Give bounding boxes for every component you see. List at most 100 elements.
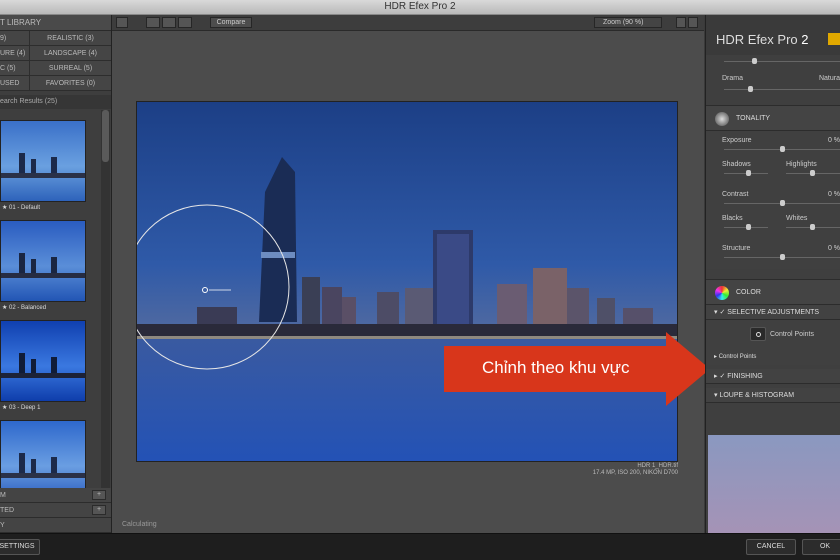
ok-button[interactable]: OK [802,539,840,555]
control-points-row: Control Points [706,320,840,350]
control-points-list-toggle[interactable]: ▸ Control Points [706,350,840,365]
whites-label: Whites [786,215,808,222]
scrollbar-thumb[interactable] [102,110,109,162]
category-tab[interactable]: URE (4) [0,46,30,61]
contrast-label: Contrast [722,191,749,198]
exposure-slider-knob[interactable] [780,146,785,152]
category-tab-surreal[interactable]: SURREAL (5) [30,61,111,76]
preset-thumbnail-list: ★ 01 - Default ★ 02 - Balanced ★ 03 - De… [0,120,100,520]
imported-row[interactable]: TED + [0,503,111,518]
slider-track [724,61,840,62]
preview-toolbar: Compare Zoom (90 %) [112,15,704,31]
app-window: HDR Efex Pro 2 T LIBRARY 9) REALISTIC (3… [0,0,840,560]
calculating-status: Calculating [122,521,157,528]
single-view-button[interactable] [146,17,160,28]
category-tab-landscape[interactable]: LANDSCAPE (4) [30,46,111,61]
preset-caption: ★ 01 - Default [2,205,41,211]
left-panel-bottom: M + TED + Y [0,488,111,533]
preset-library-panel: T LIBRARY 9) REALISTIC (3) URE (4) LANDS… [0,15,112,533]
structure-slider-knob[interactable] [780,254,785,260]
preset-thumbnail-image [0,320,86,402]
control-point-icon [756,332,761,337]
blacks-slider-knob[interactable] [746,224,751,230]
structure-label: Structure [722,245,751,252]
tonality-section[interactable]: TONALITY [706,105,840,131]
callout-text: Chỉnh theo khu vực [482,358,630,377]
loupe-histogram-label: LOUPE & HISTOGRAM [719,392,795,399]
finishing-label: FINISHING [727,373,763,380]
contrast-value: 0 % [827,191,840,198]
add-button[interactable]: + [92,490,106,500]
tonality-icon [715,112,729,126]
category-tab[interactable]: 9) [0,31,30,46]
color-wheel-icon [715,286,729,300]
cancel-button[interactable]: CANCEL [746,539,796,555]
shadows-label: Shadows [722,161,751,168]
settings-button[interactable]: SETTINGS [0,539,40,555]
preset-library-header: T LIBRARY [0,15,111,31]
slider-knob[interactable] [748,86,753,92]
structure-value: 0 % [827,245,840,252]
preset-categories: 9) REALISTIC (3) URE (4) LANDSCAPE (4) C… [0,31,111,91]
category-tab[interactable]: C (5) [0,61,30,76]
add-button[interactable]: + [92,505,106,515]
compare-button[interactable]: Compare [210,17,252,28]
row-label: TED [0,507,14,514]
whites-slider-knob[interactable] [810,224,815,230]
control-points-sub-label: Control Points [718,354,757,360]
color-label: COLOR [736,289,761,296]
preset-caption: ★ 02 - Balanced [2,305,47,311]
window-title: HDR Efex Pro 2 [384,1,456,12]
app-logo-title: HDR Efex Pro 2 [706,15,840,55]
preview-area: Compare Zoom (90 %) HDR 1_HDR.tif 17.4 M… [112,15,704,533]
color-section[interactable]: COLOR [706,279,840,305]
slider-track [724,89,840,90]
image-info: HDR 1_HDR.tif 17.4 MP, ISO 200, NIKON D7… [588,463,678,477]
background-dark-button[interactable] [688,17,698,28]
history-row[interactable]: M + [0,488,111,503]
preset-list-scrollbar[interactable] [101,110,110,490]
blacks-label: Blacks [722,215,743,222]
background-light-button[interactable] [676,17,686,28]
nik-logo-icon [828,33,840,45]
slider-knob[interactable] [752,58,757,64]
preset-thumbnail[interactable]: ★ 01 - Default [0,120,100,220]
control-points-label: Control Points [770,331,814,338]
title-bar: HDR Efex Pro 2 [0,0,840,15]
add-control-point-button[interactable] [750,327,766,341]
zoom-dropdown[interactable]: Zoom (90 %) [594,17,662,28]
category-tab-used[interactable]: USED [0,76,30,91]
preset-thumbnail[interactable]: ★ 02 - Balanced [0,220,100,320]
image-filename: HDR 1_HDR.tif [637,463,678,469]
drama-slider[interactable]: Drama Natura [706,75,840,99]
toggle-panel-button[interactable] [116,17,128,28]
split-view-button[interactable] [162,17,176,28]
highlights-label: Highlights [786,161,817,168]
finishing-header[interactable]: ▸ ✓ FINISHING [706,369,840,384]
contrast-slider-knob[interactable] [780,200,785,206]
category-tab-favorites[interactable]: FAVORITES (0) [30,76,111,91]
row-label: Y [0,522,5,529]
history-row[interactable]: Y [0,518,111,533]
category-tab-realistic[interactable]: REALISTIC (3) [30,31,111,46]
loupe-preview [708,435,840,533]
image-details: 17.4 MP, ISO 200, NIKON D700 [592,470,678,476]
highlights-slider-knob[interactable] [810,170,815,176]
drama-label: Drama [722,75,744,82]
selective-adjustments-label: SELECTIVE ADJUSTMENTS [727,309,820,316]
preset-thumbnail[interactable]: ★ 03 - Deep 1 [0,320,100,420]
title-main: HDR Efex Pro [716,32,798,47]
preset-caption: ★ 03 - Deep 1 [2,405,41,411]
tonality-label: TONALITY [736,115,771,122]
preset-thumbnail-image [0,220,86,302]
row-label: M [0,492,6,499]
shadows-slider-knob[interactable] [746,170,751,176]
search-results-label: earch Results (25) [0,95,111,109]
callout-arrow: Chỉnh theo khu vực [444,332,710,406]
selective-adjustments-header[interactable]: ▾ ✓ SELECTIVE ADJUSTMENTS [706,305,840,320]
loupe-histogram-header[interactable]: ▾ LOUPE & HISTOGRAM [706,388,840,403]
side-by-side-view-button[interactable] [178,17,192,28]
preview-image[interactable] [136,101,678,462]
drama-top-slider[interactable] [706,55,840,77]
exposure-label: Exposure [722,137,752,144]
